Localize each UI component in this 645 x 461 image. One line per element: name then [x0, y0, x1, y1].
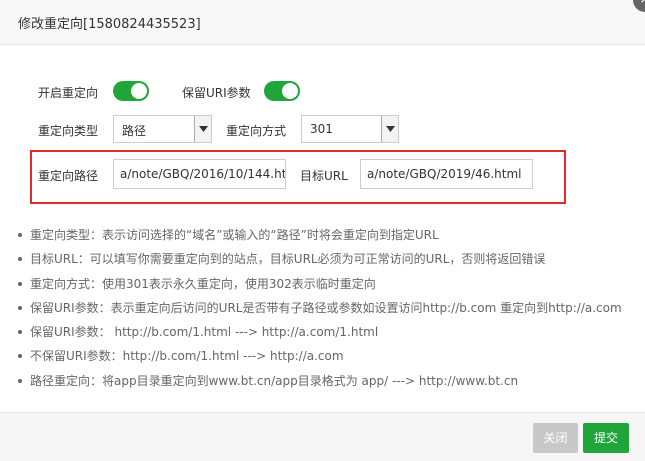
keep-uri-toggle[interactable] — [264, 81, 300, 101]
keep-uri-label: 保留URI参数 — [182, 86, 251, 100]
target-url-label: 目标URL — [300, 169, 348, 183]
dialog-footer: 关闭 提交 — [0, 412, 645, 461]
bullet-icon — [18, 330, 22, 335]
redirect-type-value: 路径 — [122, 124, 147, 138]
list-item: 保留URI参数： http://b.com/1.html ---> http:/… — [18, 324, 638, 348]
redirect-mode-select[interactable]: 301 — [301, 115, 399, 143]
enable-redirect-label: 开启重定向 — [38, 86, 99, 100]
target-url-value: a/note/GBQ/2019/46.html — [367, 167, 522, 181]
chevron-down-icon — [381, 116, 398, 142]
list-item: 重定向类型：表示访问选择的“域名”或输入的“路径”时将会重定向到指定URL — [18, 227, 638, 251]
redirect-type-label: 重定向类型 — [38, 124, 99, 138]
redirect-mode-value: 301 — [310, 122, 333, 136]
redirect-type-select[interactable]: 路径 — [113, 115, 212, 143]
dialog-titlebar: 修改重定向[1580824435523] — [0, 0, 645, 45]
list-item: 重定向方式：使用301表示永久重定向，使用302表示临时重定向 — [18, 276, 638, 300]
redirect-path-label: 重定向路径 — [38, 169, 99, 183]
list-item: 保留URI参数：表示重定向后访问的URL是否带有子路径或参数如设置访问http:… — [18, 300, 638, 324]
toggle-knob — [282, 83, 298, 99]
redirect-dialog: 修改重定向[1580824435523] × 开启重定向 保留URI参数 重定向… — [0, 0, 645, 461]
dialog-title: 修改重定向[1580824435523] — [18, 17, 201, 32]
bullet-icon — [18, 305, 22, 310]
list-item: 不保留URI参数：http://b.com/1.html ---> http:/… — [18, 348, 638, 372]
toggle-knob — [131, 83, 147, 99]
help-tips: 重定向类型：表示访问选择的“域名”或输入的“路径”时将会重定向到指定URL 目标… — [18, 227, 638, 397]
target-url-input[interactable]: a/note/GBQ/2019/46.html — [360, 159, 533, 189]
list-item: 目标URL：可以填写你需要重定向到的站点，目标URL必须为可正常访问的URL，否… — [18, 251, 638, 275]
bullet-icon — [18, 257, 22, 262]
bullet-icon — [18, 354, 22, 359]
list-item: 路径重定向：将app目录重定向到www.bt.cn/app目录格式为 app/ … — [18, 373, 638, 397]
redirect-mode-label: 重定向方式 — [226, 124, 287, 138]
redirect-path-input[interactable]: a/note/GBQ/2016/10/144.html — [113, 159, 286, 189]
bullet-icon — [18, 233, 22, 237]
close-button[interactable]: 关闭 — [533, 423, 578, 453]
redirect-path-value: a/note/GBQ/2016/10/144.html — [120, 167, 286, 181]
submit-button[interactable]: 提交 — [583, 423, 629, 453]
bullet-icon — [18, 281, 22, 286]
chevron-down-icon — [194, 116, 211, 142]
bullet-icon — [18, 378, 22, 383]
enable-redirect-toggle[interactable] — [113, 81, 149, 101]
